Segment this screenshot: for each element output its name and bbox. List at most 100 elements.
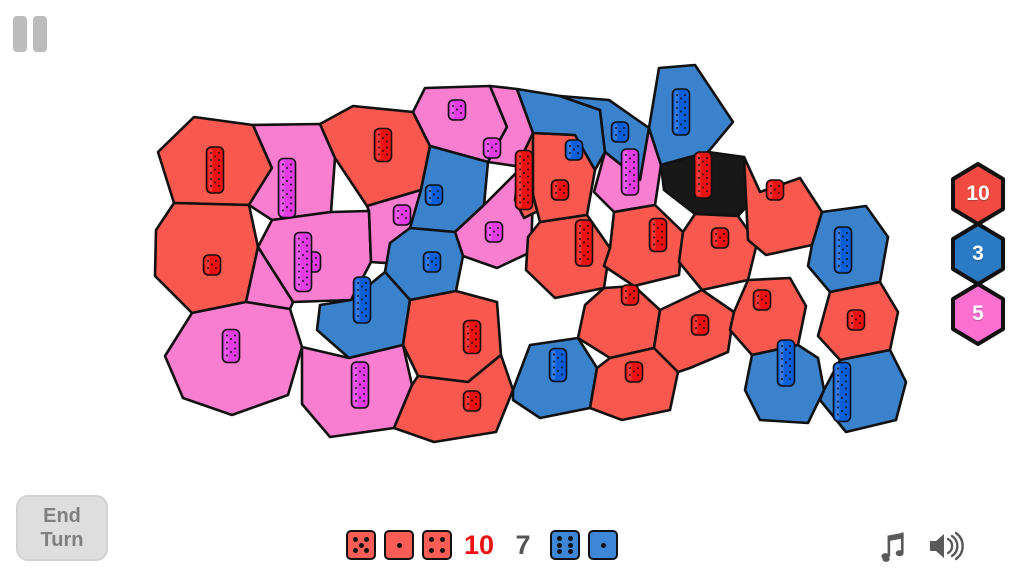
end-turn-button[interactable]: End Turn xyxy=(16,495,108,561)
dice-stack-18 xyxy=(514,149,534,211)
dice-pip xyxy=(455,108,459,111)
dice-pip xyxy=(624,296,628,300)
territory-27[interactable] xyxy=(677,212,759,292)
territory-25[interactable] xyxy=(602,203,685,288)
game-board[interactable] xyxy=(0,0,1024,470)
dice-pip xyxy=(305,257,309,260)
dice-pip xyxy=(434,263,438,267)
dice-pip xyxy=(586,237,590,241)
dice-stack-2 xyxy=(277,157,297,219)
territory-29[interactable] xyxy=(576,284,662,360)
dice-pip xyxy=(360,311,364,314)
dice-pip xyxy=(777,184,781,188)
dice-pip xyxy=(552,360,556,363)
dice-pip xyxy=(209,164,213,168)
dice-pip xyxy=(632,289,636,293)
dice-pip xyxy=(301,240,305,244)
music-note-icon[interactable] xyxy=(876,529,910,563)
dice-pip xyxy=(632,296,636,300)
dice-pip xyxy=(578,231,582,235)
dice-pip xyxy=(586,224,590,228)
dice-pip xyxy=(281,189,285,192)
dice-pip xyxy=(385,133,389,136)
dice-pip xyxy=(488,226,492,230)
die-pip xyxy=(556,535,562,541)
dice-pip xyxy=(281,196,285,199)
dice-stack-1 xyxy=(205,146,225,194)
dice-pip xyxy=(780,351,784,355)
dice-pip xyxy=(314,256,318,260)
dice-pip xyxy=(466,395,470,399)
territory-24[interactable] xyxy=(524,213,612,300)
dice-pip xyxy=(459,104,463,108)
dice-pip xyxy=(209,184,213,188)
dice-pip xyxy=(526,188,530,191)
dice-pip xyxy=(518,155,522,158)
dice-pip xyxy=(697,156,701,160)
territory-23[interactable] xyxy=(647,63,735,167)
dice-pip xyxy=(364,288,368,292)
dice-pip xyxy=(683,106,687,110)
dice-pip xyxy=(362,379,366,383)
dice-pip xyxy=(841,248,845,251)
dice-pip xyxy=(562,191,566,195)
dice-pip xyxy=(297,250,301,253)
dice-pip xyxy=(568,151,572,155)
dice-stack-5 xyxy=(293,231,313,293)
dice-pip xyxy=(209,171,213,175)
dice-pip xyxy=(289,196,293,199)
dice-stack-17 xyxy=(462,390,482,412)
dice-pip xyxy=(360,285,364,288)
dice-stack-24 xyxy=(574,219,594,267)
dice-pip xyxy=(698,323,702,326)
dice-stack-37 xyxy=(832,361,852,423)
dice-pip xyxy=(474,402,478,406)
dice-pip xyxy=(356,288,360,292)
dice-pip xyxy=(354,386,358,390)
dice-pip xyxy=(836,374,840,377)
dice-stack-highlight xyxy=(627,364,632,380)
dice-pip xyxy=(297,257,301,260)
dice-pip xyxy=(305,283,309,286)
dice-pip xyxy=(522,184,526,188)
territory-shape xyxy=(742,155,824,257)
dice-pip xyxy=(217,171,221,175)
dice-pip xyxy=(679,123,683,126)
end-turn-line-2: Turn xyxy=(40,529,84,551)
dice-pip xyxy=(289,170,293,173)
dice-pip xyxy=(297,270,301,273)
dice-stack-26 xyxy=(693,151,713,199)
dice-pip xyxy=(572,148,576,151)
dice-pip xyxy=(840,370,844,374)
dice-pip xyxy=(632,173,636,177)
speaker-volume-icon[interactable] xyxy=(926,529,964,563)
dice-pip xyxy=(518,168,522,171)
dice-pip xyxy=(377,153,381,156)
dice-pip xyxy=(675,100,679,104)
dice-pip xyxy=(214,266,218,270)
dice-pip xyxy=(722,239,726,243)
dice-pip xyxy=(844,400,848,403)
dice-pip xyxy=(434,256,438,260)
dice-stack-highlight xyxy=(355,279,360,321)
dice-pip xyxy=(628,157,632,160)
dice-pip xyxy=(628,366,632,370)
die-pip xyxy=(428,536,434,542)
attacker-die-2 xyxy=(384,530,414,560)
dice-pip xyxy=(518,201,522,204)
dice-pip xyxy=(217,164,221,168)
territory-shape xyxy=(602,203,685,288)
dice-stack-highlight xyxy=(205,257,210,273)
die-pip xyxy=(600,542,606,548)
territory-28[interactable] xyxy=(742,155,824,257)
dice-pip xyxy=(784,374,788,377)
dice-pip xyxy=(385,146,389,149)
dice-pip xyxy=(780,357,784,361)
dice-pip xyxy=(285,205,289,209)
dice-pip xyxy=(364,281,368,285)
dice-pip xyxy=(474,345,478,348)
dice-pip xyxy=(526,194,530,197)
dice-pip xyxy=(683,113,687,117)
board-svg xyxy=(153,63,908,444)
dice-pip xyxy=(354,399,358,403)
